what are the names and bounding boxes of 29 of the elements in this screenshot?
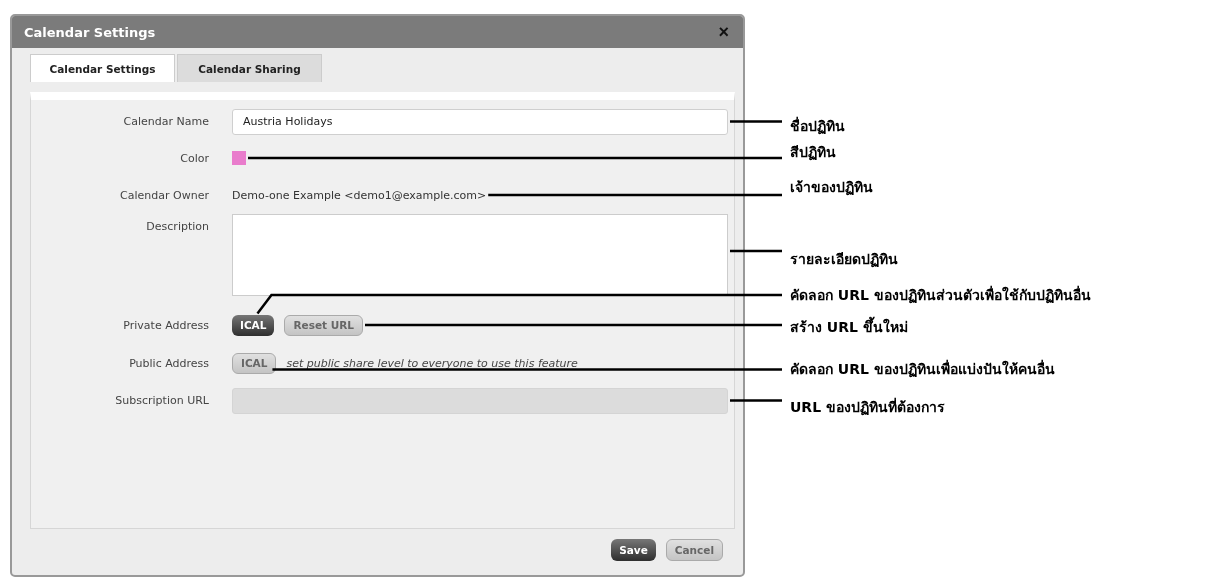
- color-swatch[interactable]: [232, 151, 246, 165]
- annotation-text: URL ของปฏิทินที่ต้องการ: [790, 397, 945, 417]
- field-label: Private Address: [122, 318, 210, 332]
- annotation-text: ชื่อปฏิทิน: [790, 116, 845, 136]
- close-button[interactable]: ×: [714, 21, 733, 43]
- annotation-text: รายละเอียดปฏิทิน: [790, 250, 898, 269]
- tab[interactable]: Calendar Sharing: [177, 54, 322, 82]
- leader-line: [730, 249, 782, 253]
- annotation-text: คัดลอก URL ของปฏิทินส่วนตัวเพื่อใช้กับปฏิทินอื่น: [790, 285, 1091, 305]
- window-title: Calendar Settings: [24, 24, 156, 40]
- button[interactable]: Save: [611, 539, 656, 561]
- owner-text: Demo-one Example <demo1@example.com>: [232, 188, 487, 202]
- field-label: Description: [145, 219, 210, 233]
- field-label: Calendar Name: [122, 115, 210, 128]
- field-label: Calendar Owner: [119, 188, 210, 202]
- annotation-text: คัดลอก URL ของปฏิทินเพื่อแบ่งปันให้คนอื่น: [790, 359, 1055, 379]
- button[interactable]: ICAL: [232, 314, 275, 336]
- annotation-text: เจ้าของปฏิทิน: [790, 178, 873, 197]
- input-field[interactable]: Austria Holidays: [232, 108, 728, 135]
- field-label: Color: [179, 151, 210, 165]
- hint-text: set public share level to everyone to use this feature: [286, 356, 578, 370]
- annotation-text: สร้าง URL ขึ้นใหม่: [790, 317, 908, 337]
- description-field[interactable]: [232, 214, 728, 296]
- field-label: Public Address: [128, 356, 210, 370]
- field-label: Subscription URL: [114, 394, 210, 407]
- leader-line: [730, 399, 782, 402]
- annotation-text: สีปฏิทิน: [790, 143, 836, 162]
- tab[interactable]: Calendar Settings: [30, 54, 175, 82]
- leader-line: [730, 120, 782, 123]
